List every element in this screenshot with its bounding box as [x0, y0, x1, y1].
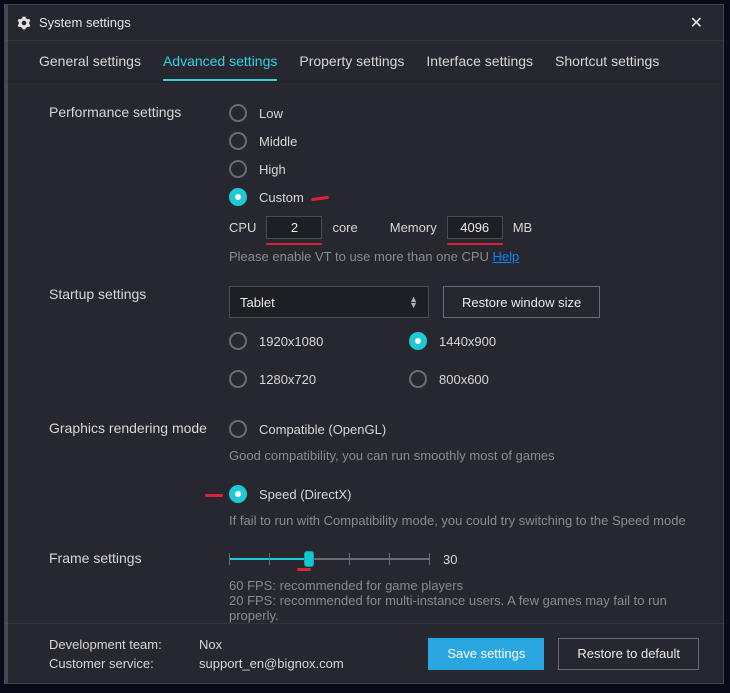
- tab-advanced[interactable]: Advanced settings: [163, 47, 277, 81]
- radio-middle[interactable]: Middle: [229, 132, 695, 150]
- content: Performance settings Low Middle High Cus…: [5, 82, 723, 623]
- radio-directx-label: Speed (DirectX): [259, 487, 351, 502]
- window-title: System settings: [39, 15, 131, 30]
- opengl-note: Good compatibility, you can run smoothly…: [229, 448, 695, 463]
- radio-directx[interactable]: Speed (DirectX): [229, 485, 695, 503]
- close-button[interactable]: ✕: [682, 9, 711, 37]
- core-label: core: [332, 220, 357, 235]
- gear-icon: [17, 16, 31, 30]
- radio-1920x1080[interactable]: 1920x1080: [229, 332, 379, 350]
- vt-hint: Please enable VT to use more than one CP…: [229, 249, 489, 264]
- tabs: General settings Advanced settings Prope…: [5, 41, 723, 82]
- cpu-input[interactable]: [266, 216, 322, 239]
- radio-high[interactable]: High: [229, 160, 695, 178]
- radio-custom[interactable]: Custom: [229, 188, 695, 206]
- memory-input[interactable]: [447, 216, 503, 239]
- tab-interface[interactable]: Interface settings: [426, 47, 533, 81]
- chevron-updown-icon: ▲▼: [409, 296, 418, 308]
- radio-1280x720[interactable]: 1280x720: [229, 370, 379, 388]
- annotation-mark: [297, 568, 311, 571]
- customer-service-value: support_en@bignox.com: [199, 656, 344, 671]
- startup-heading: Startup settings: [49, 286, 229, 398]
- radio-low[interactable]: Low: [229, 104, 695, 122]
- help-link[interactable]: Help: [493, 249, 520, 264]
- radio-800x600-label: 800x600: [439, 372, 489, 387]
- titlebar: System settings ✕: [5, 5, 723, 41]
- slider-thumb[interactable]: [304, 551, 314, 567]
- save-settings-button[interactable]: Save settings: [428, 638, 544, 670]
- tab-shortcut[interactable]: Shortcut settings: [555, 47, 659, 81]
- radio-1920x1080-label: 1920x1080: [259, 334, 323, 349]
- radio-opengl[interactable]: Compatible (OpenGL): [229, 420, 695, 438]
- startup-select[interactable]: Tablet ▲▼: [229, 286, 429, 318]
- radio-opengl-label: Compatible (OpenGL): [259, 422, 386, 437]
- footer: Development team:Nox Customer service:su…: [5, 623, 723, 683]
- startup-select-value: Tablet: [240, 295, 275, 310]
- fps-value: 30: [443, 552, 457, 567]
- tab-property[interactable]: Property settings: [299, 47, 404, 81]
- radio-800x600[interactable]: 800x600: [409, 370, 559, 388]
- memory-label: Memory: [390, 220, 437, 235]
- dev-team-label: Development team:: [49, 637, 199, 652]
- radio-middle-label: Middle: [259, 134, 297, 149]
- frame-heading: Frame settings: [49, 550, 229, 623]
- mb-label: MB: [513, 220, 533, 235]
- annotation-mark: [311, 196, 329, 201]
- cpu-label: CPU: [229, 220, 256, 235]
- restore-default-button[interactable]: Restore to default: [558, 638, 699, 670]
- directx-note: If fail to run with Compatibility mode, …: [229, 513, 695, 528]
- customer-service-label: Customer service:: [49, 656, 199, 671]
- radio-custom-label: Custom: [259, 190, 304, 205]
- radio-high-label: High: [259, 162, 286, 177]
- fps-note: 60 FPS: recommended for game players 20 …: [229, 578, 695, 623]
- radio-1440x900[interactable]: 1440x900: [409, 332, 559, 350]
- dev-team-value: Nox: [199, 637, 222, 652]
- tab-general[interactable]: General settings: [39, 47, 141, 81]
- radio-1440x900-label: 1440x900: [439, 334, 496, 349]
- radio-low-label: Low: [259, 106, 283, 121]
- annotation-mark: [205, 494, 223, 497]
- restore-window-size-button[interactable]: Restore window size: [443, 286, 600, 318]
- performance-heading: Performance settings: [49, 104, 229, 264]
- fps-slider[interactable]: [229, 550, 429, 568]
- radio-1280x720-label: 1280x720: [259, 372, 316, 387]
- graphics-heading: Graphics rendering mode: [49, 420, 229, 528]
